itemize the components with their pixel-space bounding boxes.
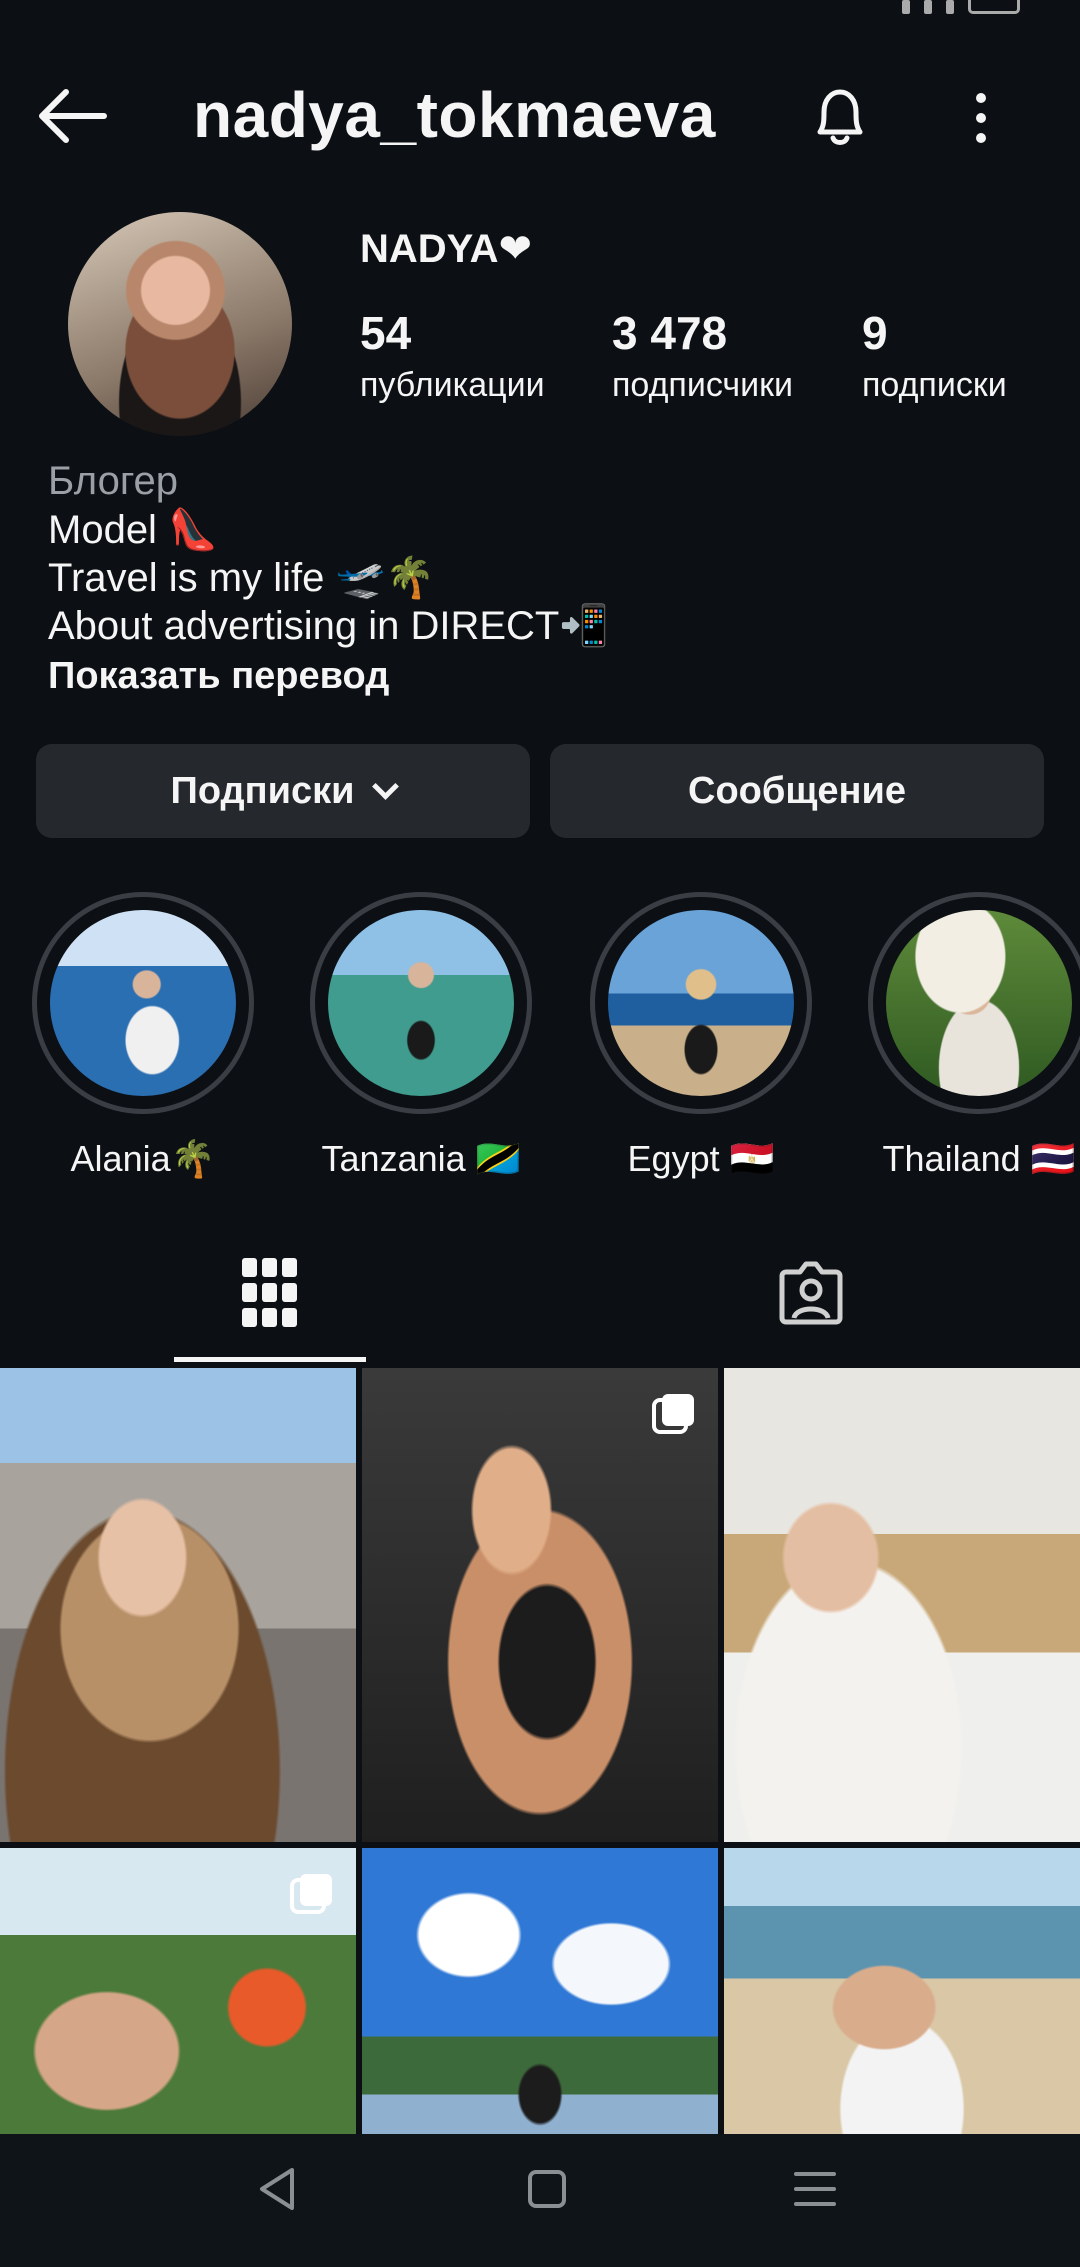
status-bar [0, 0, 1080, 40]
grid-icon [242, 1258, 297, 1327]
back-arrow-icon [39, 89, 107, 143]
nav-home-button[interactable] [524, 2164, 570, 2219]
back-button[interactable] [34, 86, 110, 146]
hamburger-menu-icon [794, 2172, 836, 2206]
highlight-label: Tanzania 🇹🇿 [321, 1138, 521, 1179]
following-count: 9 [862, 307, 888, 359]
bio-line: Travel is my life 🛫🌴 [48, 556, 436, 600]
highlight-thumbnail [608, 910, 794, 1096]
highlight-ring [590, 892, 812, 1114]
highlight-ring [310, 892, 532, 1114]
display-name: NADYA❤ [360, 227, 533, 271]
more-vertical-icon [976, 93, 986, 143]
square-home-icon [528, 2170, 566, 2208]
active-tab-indicator [174, 1357, 366, 1362]
highlight-label: Egypt 🇪🇬 [627, 1138, 775, 1179]
post-image [362, 1848, 718, 2138]
show-translation-link[interactable]: Показать перевод [48, 650, 1048, 702]
story-highlight[interactable]: Egypt 🇪🇬 [586, 892, 816, 1180]
profile-header: nadya_tokmaeva [0, 60, 1080, 170]
stat-following[interactable]: 9 подписки [862, 306, 1007, 405]
message-button[interactable]: Сообщение [550, 744, 1044, 838]
highlight-ring [32, 892, 254, 1114]
story-highlight[interactable]: Tanzania 🇹🇿 [306, 892, 536, 1180]
system-navigation-bar [0, 2134, 1080, 2267]
more-options-button[interactable] [966, 88, 996, 148]
tab-tagged[interactable] [746, 1230, 876, 1362]
stat-followers[interactable]: 3 478 подписчики [612, 306, 793, 405]
nav-back-button[interactable] [254, 2164, 302, 2219]
highlight-label: Thailand 🇹🇭 [882, 1138, 1076, 1179]
carousel-icon [652, 1394, 694, 1434]
triangle-back-icon [260, 2168, 294, 2210]
chevron-down-icon [372, 772, 400, 800]
highlight-thumbnail [886, 910, 1072, 1096]
message-button-label: Сообщение [688, 769, 906, 812]
post-thumbnail[interactable] [724, 1848, 1080, 2138]
profile-avatar[interactable] [68, 212, 292, 436]
followers-label: подписчики [612, 366, 794, 404]
bio-line: About advertising in DIRECT📲 [48, 604, 610, 648]
signal-icon [924, 0, 932, 14]
post-thumbnail[interactable] [724, 1368, 1080, 1842]
profile-bio: Блогер Model 👠 Travel is my life 🛫🌴 Abou… [48, 456, 1048, 702]
following-label: подписки [862, 366, 1007, 404]
following-button[interactable]: Подписки [36, 744, 530, 838]
bio-line: Model 👠 [48, 508, 218, 552]
post-image [362, 1368, 718, 1842]
status-icons [902, 0, 1020, 14]
following-button-label: Подписки [170, 769, 355, 812]
posts-label: публикации [360, 366, 545, 404]
followers-count: 3 478 [612, 307, 728, 359]
signal-icon [946, 0, 954, 14]
post-thumbnail[interactable] [0, 1848, 356, 2138]
highlight-thumbnail [50, 910, 236, 1096]
posts-count: 54 [360, 307, 412, 359]
notifications-button[interactable] [804, 80, 876, 152]
carousel-icon [290, 1874, 332, 1914]
nav-menu-button[interactable] [790, 2164, 840, 2219]
highlight-thumbnail [328, 910, 514, 1096]
tagged-person-icon [779, 1261, 843, 1325]
battery-icon [968, 0, 1020, 14]
post-image [724, 1848, 1080, 2138]
story-highlight[interactable]: Thailand 🇹🇭 [864, 892, 1080, 1180]
story-highlight[interactable]: Alania🌴 [28, 892, 258, 1180]
post-thumbnail[interactable] [0, 1368, 356, 1842]
highlight-ring [868, 892, 1080, 1114]
profile-tabs [0, 1230, 1080, 1362]
bell-icon [817, 89, 863, 145]
post-image [724, 1368, 1080, 1842]
bio-category: Блогер [48, 459, 179, 503]
post-image [0, 1368, 356, 1842]
signal-icon [902, 0, 910, 14]
post-thumbnail[interactable] [362, 1848, 718, 2138]
highlight-label: Alania🌴 [70, 1138, 216, 1179]
post-thumbnail[interactable] [362, 1368, 718, 1842]
tab-posts-grid[interactable] [174, 1230, 366, 1362]
stat-posts[interactable]: 54 публикации [360, 306, 545, 405]
profile-username: nadya_tokmaeva [193, 79, 716, 151]
